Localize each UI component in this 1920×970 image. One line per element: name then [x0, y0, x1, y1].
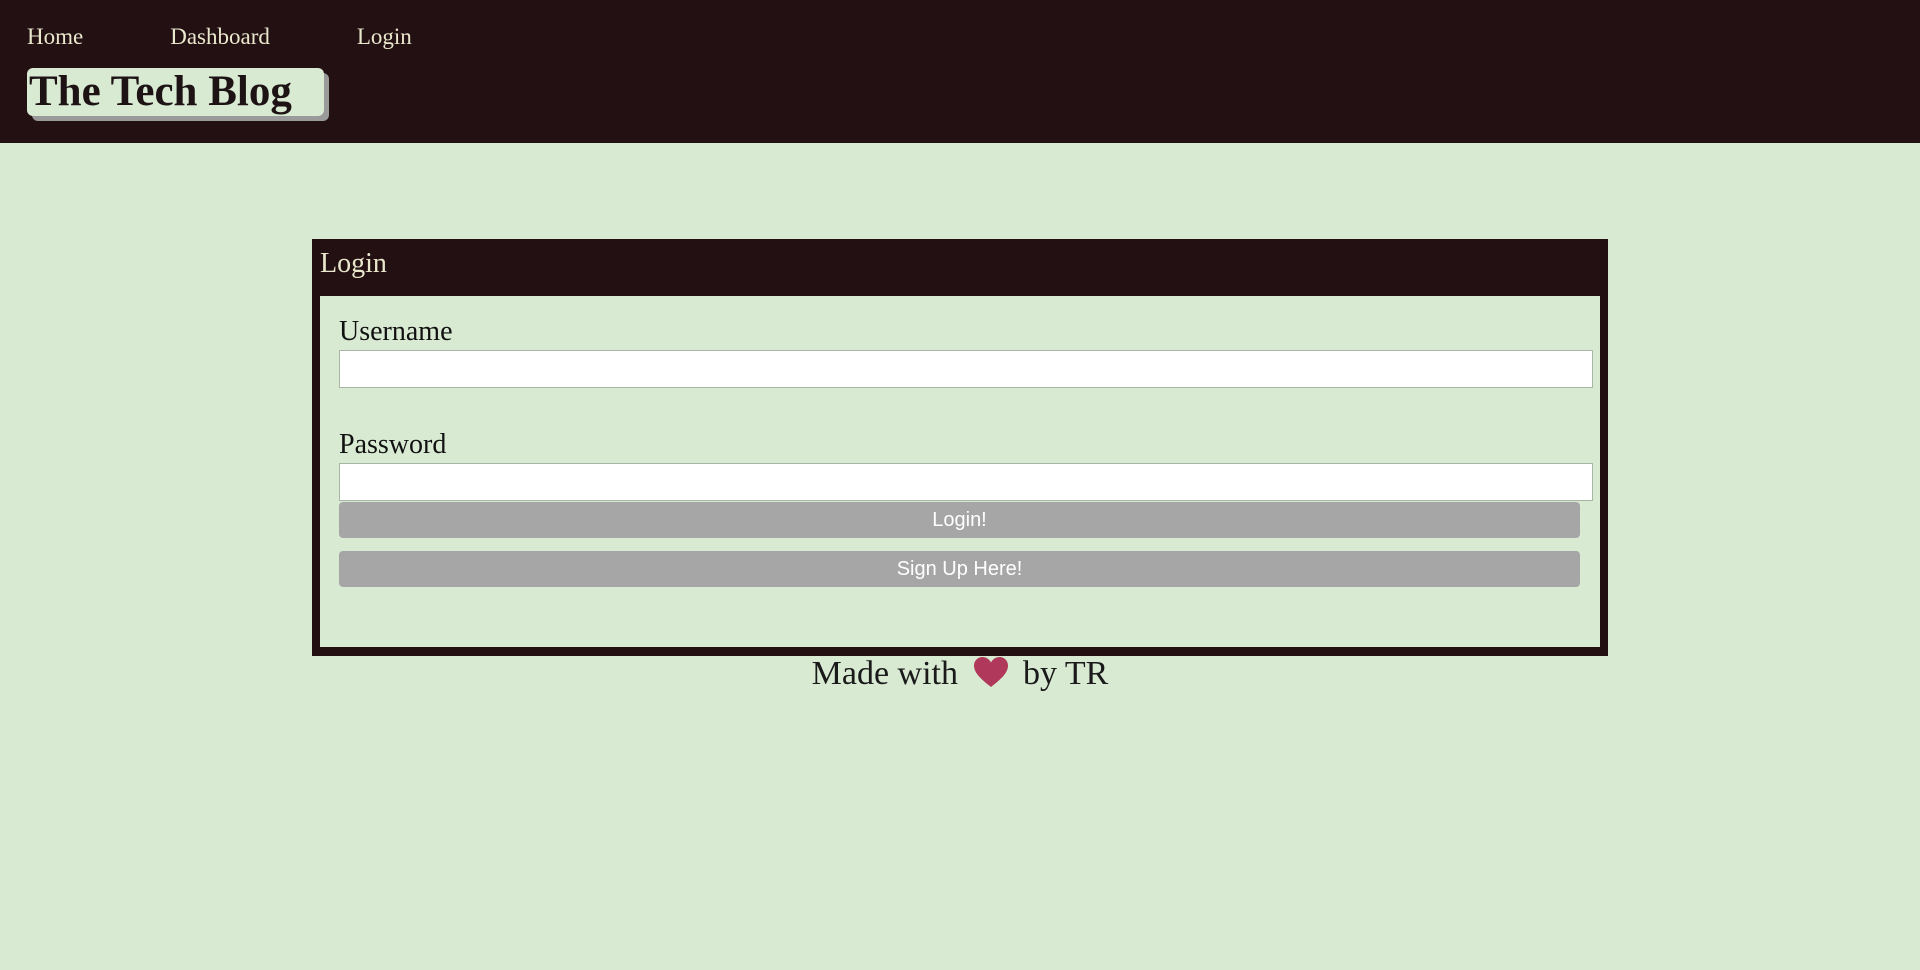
login-form: Username Password Login! Sign Up Here!	[320, 296, 1600, 647]
top-navbar: Home Dashboard Login The Tech Blog	[0, 0, 1920, 143]
signup-button[interactable]: Sign Up Here!	[339, 551, 1580, 587]
username-input[interactable]	[339, 350, 1593, 388]
login-button[interactable]: Login!	[339, 502, 1580, 538]
footer-prefix: Made with	[811, 655, 958, 692]
password-label: Password	[339, 429, 447, 460]
password-input[interactable]	[339, 463, 1593, 501]
login-card-header: Login	[320, 248, 387, 279]
site-title: The Tech Blog	[27, 68, 324, 116]
footer-suffix: by TR	[1023, 655, 1109, 692]
nav-link-dashboard[interactable]: Dashboard	[170, 24, 270, 50]
nav-link-login[interactable]: Login	[357, 24, 412, 50]
login-card: Login Username Password Login! Sign Up H…	[312, 239, 1608, 656]
main-nav: Home Dashboard Login	[27, 24, 412, 50]
username-label: Username	[339, 316, 453, 347]
heart-icon	[973, 656, 1009, 698]
footer: Made with by TR	[0, 654, 1920, 698]
nav-link-home[interactable]: Home	[27, 24, 83, 50]
